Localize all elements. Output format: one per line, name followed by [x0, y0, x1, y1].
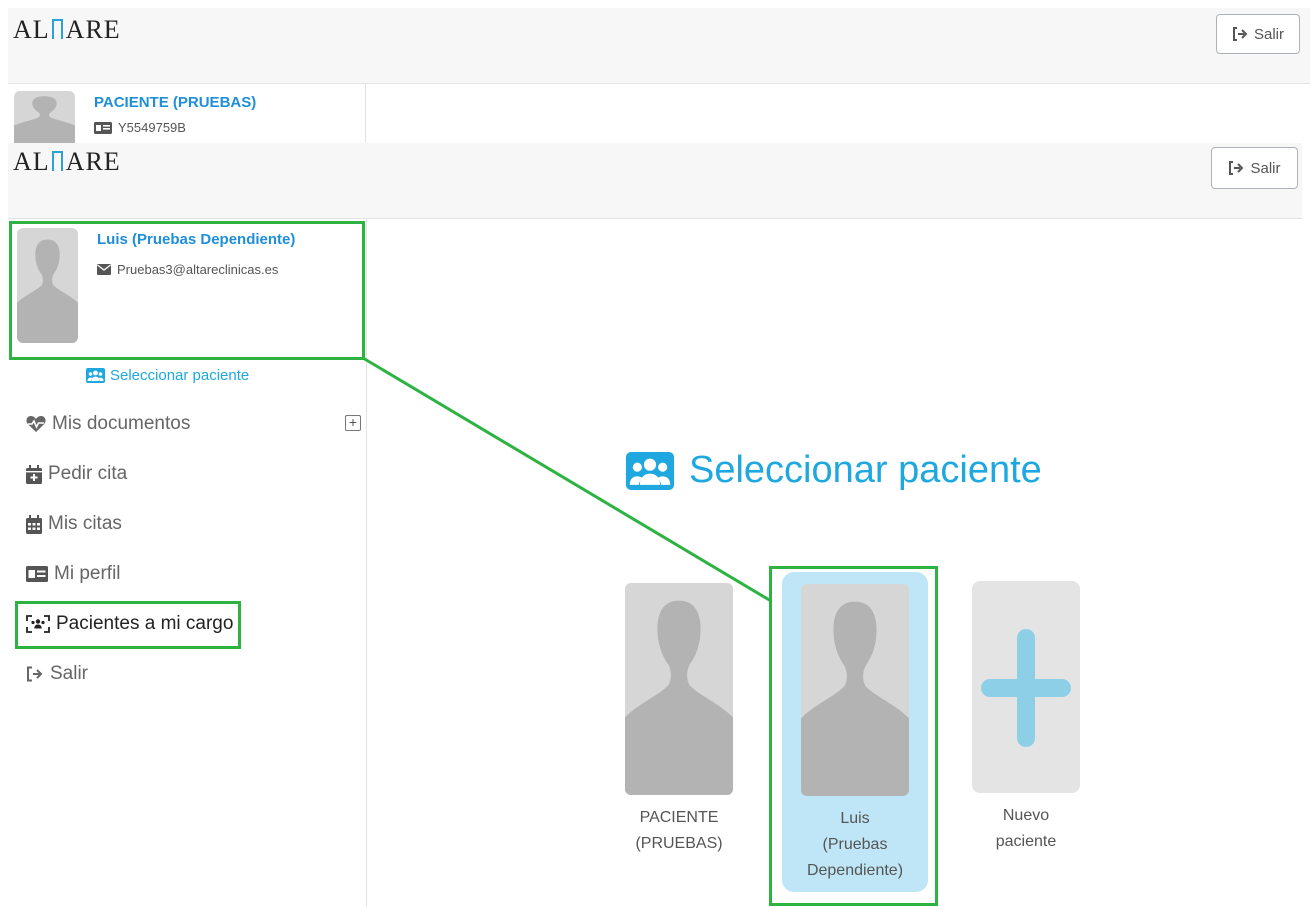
menu-label: Mis citas — [48, 513, 122, 534]
plus-icon — [981, 629, 1071, 747]
patient-card-label: PACIENTE (PRUEBAS) — [635, 809, 723, 852]
sidebar: Luis (Pruebas Dependiente) Pruebas3@alta… — [8, 219, 367, 907]
new-patient-label: Nuevo paciente — [995, 807, 1057, 850]
logout-label: Salir — [1250, 159, 1281, 177]
calendar-icon — [26, 514, 42, 534]
add-tile — [972, 581, 1080, 793]
background-sidebar: PACIENTE (PRUEBAS) Y5549759B — [8, 84, 366, 144]
patient-card[interactable]: PACIENTE (PRUEBAS) — [621, 583, 737, 857]
current-user-name[interactable]: Luis (Pruebas Dependiente) — [97, 231, 295, 248]
sign-out-icon — [1232, 27, 1248, 41]
avatar — [17, 228, 78, 343]
patient-id: Y5549759B — [94, 120, 186, 135]
patient-name[interactable]: PACIENTE (PRUEBAS) — [94, 94, 256, 111]
menu-item-profile[interactable]: Mi perfil — [26, 563, 121, 585]
email-text: Pruebas3@altareclinicas.es — [117, 262, 279, 277]
avatar — [625, 583, 733, 795]
select-patient-link[interactable]: Seleccionar paciente — [86, 367, 249, 384]
screenshot-canvas: AL ARE Salir PACIENTE (PRUEBAS) Y5549759B… — [0, 0, 1311, 907]
avatar — [14, 91, 75, 144]
menu-item-appointment[interactable]: Pedir cita — [26, 463, 127, 485]
user-scan-icon — [26, 615, 50, 633]
heartbeat-icon — [26, 415, 46, 432]
expand-plus-icon[interactable]: + — [345, 415, 361, 431]
avatar — [801, 584, 909, 796]
logout-button[interactable]: Salir — [1216, 14, 1300, 54]
new-patient-card[interactable]: Nuevo paciente — [970, 581, 1082, 855]
app-header: AL ARE Salir — [8, 143, 1302, 219]
menu-item-documents[interactable]: Mis documentos — [26, 413, 190, 435]
sign-out-icon — [27, 666, 43, 682]
patient-card-label: Luis (Pruebas Dependiente) — [806, 810, 904, 879]
envelope-icon — [97, 264, 111, 275]
page-title: Seleccionar paciente — [625, 449, 1042, 492]
logout-button[interactable]: Salir — [1211, 147, 1298, 189]
id-card-icon — [26, 566, 48, 582]
patient-id-number: Y5549759B — [118, 120, 186, 135]
menu-label: Pacientes a mi cargo — [56, 613, 234, 634]
users-icon — [86, 368, 105, 383]
patient-card-selected[interactable]: Luis (Pruebas Dependiente) — [782, 572, 928, 892]
users-icon — [625, 451, 675, 490]
page-title-text: Seleccionar paciente — [689, 449, 1042, 491]
sign-out-icon — [1229, 161, 1244, 175]
altare-logo: AL ARE — [13, 15, 121, 44]
background-header: AL ARE Salir — [8, 8, 1310, 84]
menu-item-patients[interactable]: Pacientes a mi cargo — [26, 613, 233, 635]
menu-label: Pedir cita — [48, 463, 128, 484]
menu-label: Mi perfil — [54, 563, 121, 584]
menu-label: Salir — [50, 663, 89, 684]
menu-item-my-appointments[interactable]: Mis citas — [26, 513, 122, 535]
select-patient-label: Seleccionar paciente — [110, 367, 250, 384]
calendar-plus-icon — [26, 464, 42, 484]
main-content: Seleccionar paciente PACIENTE (PRUEBAS) … — [367, 219, 1302, 907]
altare-logo: AL ARE — [13, 147, 121, 176]
logout-label: Salir — [1253, 25, 1284, 43]
id-card-icon — [94, 121, 112, 134]
menu-item-logout[interactable]: Salir — [26, 663, 88, 685]
menu-label: Mis documentos — [52, 413, 191, 434]
current-user-email: Pruebas3@altareclinicas.es — [97, 262, 278, 277]
